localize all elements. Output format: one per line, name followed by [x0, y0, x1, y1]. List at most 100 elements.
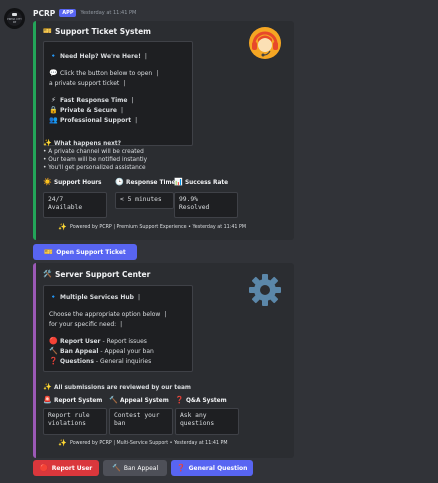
open-support-ticket-button[interactable]: 🎫 Open Support Ticket — [33, 244, 137, 260]
codeblock-line: 🔴 Report User - Report issues — [49, 337, 147, 346]
footer-text: Powered by PCRP | Premium Support Experi… — [70, 225, 246, 230]
code-pipe: | — [123, 80, 126, 87]
lock-icon: 🔒 — [49, 106, 58, 114]
code-line-desc: - Report issues — [102, 338, 147, 345]
field-name: 🔨 Appeal System — [109, 397, 169, 404]
field-name: 🚨 Report System — [43, 397, 102, 404]
sparkles-icon: ✨ — [43, 139, 52, 147]
bar-chart-icon: 📊 — [174, 178, 183, 186]
ticket-icon: 🎫 — [43, 27, 52, 35]
field-value-line: Available — [48, 204, 83, 211]
hammer-icon: 🔨 — [109, 396, 118, 404]
review-note: ✨ All submissions are reviewed by our te… — [43, 384, 191, 391]
codeblock-line: 🔨 Ban Appeal - Appeal your ban — [49, 347, 154, 356]
codeblock-line: ❓ Questions - General inquiries — [49, 358, 152, 366]
field-name-text: Success Rate — [185, 179, 229, 186]
support-agent-headset-icon — [249, 27, 281, 59]
field-value-line: questions — [180, 420, 215, 427]
field-report-system: 🚨 Report System Report rule violations — [43, 397, 113, 437]
next-step-item: • You'll get personalized assistance — [43, 165, 146, 171]
general-question-button[interactable]: ❓ General Question — [171, 460, 253, 476]
ticket-icon: 🎫 — [44, 247, 54, 256]
field-name-text: Support Hours — [54, 179, 102, 186]
codeblock-line: for your specific need: | — [49, 321, 122, 328]
code-pipe: | — [120, 321, 123, 328]
code-line-text: Fast Response Time — [60, 97, 128, 104]
embed-title-text: Support Ticket System — [55, 27, 151, 36]
field-success-rate: 📊 Success Rate 99.9% Resolved — [174, 179, 254, 219]
sun-icon: ☀️ — [43, 178, 52, 186]
button-label: Open Support Ticket — [56, 248, 126, 256]
code-pipe: | — [137, 294, 140, 301]
code-line-text: Ban Appeal — [60, 348, 99, 355]
ban-appeal-button[interactable]: 🔨 Ban Appeal — [103, 460, 167, 476]
red-circle-icon: 🔴 — [49, 337, 58, 345]
codeblock-line: 👥 Professional Support | — [49, 116, 137, 125]
code-line-text: Questions — [60, 358, 94, 365]
field-value-line: 99.9% — [179, 196, 198, 203]
code-pipe: | — [120, 107, 123, 114]
code-line-desc: - General inquiries — [95, 358, 152, 365]
codeblock-line: a private support ticket | — [49, 80, 125, 87]
code-line-text: Need Help? We're Here! — [60, 53, 141, 60]
codeblock-line: 💬 Click the button below to open | — [49, 69, 159, 78]
code-pipe: | — [131, 97, 134, 104]
embed-footer: ✨ Powered by PCRP | Premium Support Expe… — [58, 224, 246, 231]
field-value-line: ban — [114, 420, 126, 427]
embed-title-text: Server Support Center — [55, 270, 151, 279]
codeblock-line: 🔹 Multiple Services Hub | — [49, 293, 140, 302]
field-value: < 5 minutes — [115, 192, 174, 209]
review-note-text: All submissions are reviewed by our team — [54, 384, 191, 391]
hammer-icon: 🔨 — [49, 347, 58, 355]
hammer-icon: 🔨 — [112, 463, 121, 472]
question-icon: ❓ — [175, 396, 184, 404]
codeblock-line: 🔹 Need Help? We're Here! | — [49, 52, 147, 61]
code-line-text: Multiple Services Hub — [60, 294, 134, 301]
field-support-hours: ☀️ Support Hours 24/7 Available — [43, 179, 113, 219]
embed-footer: ✨ Powered by PCRP | Multi-Service Suppor… — [58, 440, 228, 447]
field-value: Contest your ban — [109, 408, 173, 435]
field-name: 🕒 Response Time — [115, 179, 175, 186]
sparkles-icon: ✨ — [58, 223, 67, 231]
codeblock-line: Choose the appropriate option below | — [49, 311, 166, 318]
field-value-line: < 5 minutes — [120, 196, 162, 203]
field-value: 99.9% Resolved — [174, 192, 238, 218]
code-line-text: Choose the appropriate option below — [49, 311, 161, 318]
field-value: Ask any questions — [175, 408, 239, 435]
support-ticket-embed: 🎫 Support Ticket System 🔹 Need Help? We'… — [33, 21, 294, 240]
code-pipe: | — [144, 53, 147, 60]
avatar-logo-text: PRIMA CITY RP — [7, 18, 22, 24]
next-steps-title: ✨ What happens next? — [43, 140, 121, 147]
report-user-button[interactable]: 🔴 Report User — [33, 460, 99, 476]
speech-bubble-icon: 💬 — [49, 69, 58, 77]
next-step-item: • Our team will be notified instantly — [43, 157, 148, 163]
people-icon: 👥 — [49, 116, 58, 124]
field-value-line: 24/7 — [48, 196, 64, 203]
code-line-text: for your specific need: — [49, 321, 117, 328]
code-pipe: | — [156, 70, 159, 77]
next-title-text: What happens next? — [54, 140, 122, 147]
avatar-logo-mark — [12, 13, 17, 16]
question-icon: ❓ — [176, 463, 186, 472]
field-name-text: Response Time — [126, 179, 176, 186]
code-line-text: Professional Support — [60, 117, 132, 124]
diamond-icon: 🔹 — [49, 52, 58, 60]
next-step-item: • A private channel will be created — [43, 149, 144, 155]
diamond-icon: 🔹 — [49, 293, 58, 301]
footer-text: Powered by PCRP | Multi-Service Support … — [70, 441, 228, 446]
field-value-line: violations — [48, 420, 86, 427]
field-qa-system: ❓ Q&A System Ask any questions — [175, 397, 245, 437]
field-appeal-system: 🔨 Appeal System Contest your ban — [109, 397, 179, 437]
button-label: General Question — [188, 464, 248, 472]
bot-avatar[interactable]: PRIMA CITY RP — [4, 8, 25, 29]
field-name-text: Appeal System — [120, 397, 169, 404]
alarm-icon: 🚨 — [43, 396, 52, 404]
field-value-line: Ask any — [180, 412, 207, 419]
field-value-line: Contest your — [114, 412, 160, 419]
message-header: PCRP APP Yesterday at 11:41 PM — [33, 8, 136, 18]
server-support-embed: 🛠️ Server Support Center 🔹 Multiple Serv… — [33, 263, 294, 458]
codeblock-line: 🔒 Private & Secure | — [49, 106, 123, 115]
code-line-text: Private & Secure — [60, 107, 117, 114]
username[interactable]: PCRP — [33, 9, 55, 18]
field-value: 24/7 Available — [43, 192, 107, 218]
